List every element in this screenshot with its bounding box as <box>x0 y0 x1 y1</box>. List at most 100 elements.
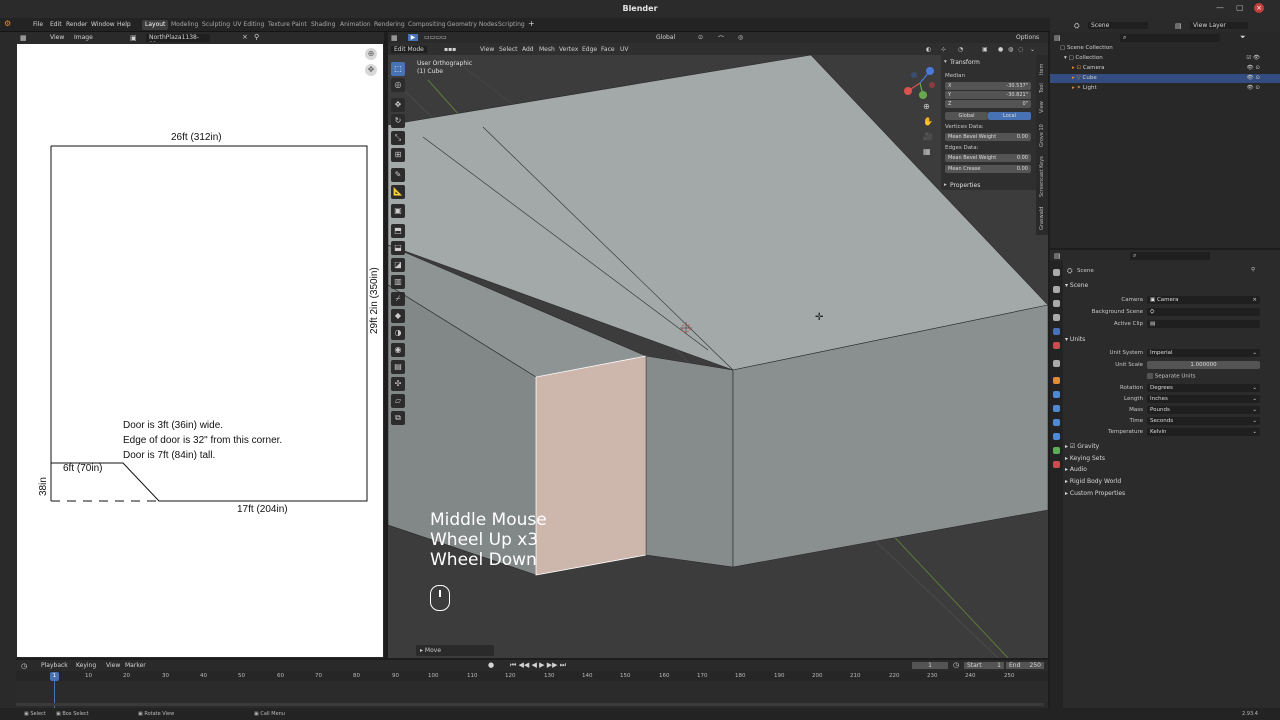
xray-icon[interactable]: ▣ <box>982 46 988 53</box>
length-select[interactable]: Inches ⌄ <box>1147 395 1260 403</box>
rotation-select[interactable]: Degrees ⌄ <box>1147 384 1260 392</box>
vp-menu-select[interactable]: Select <box>499 46 518 53</box>
zoom-icon[interactable]: ⊕ <box>365 48 377 60</box>
mean-crease-field[interactable]: Mean Crease 0.00 <box>945 165 1031 173</box>
camera-field[interactable]: ▣ Camera × <box>1147 296 1260 304</box>
tool-select-box[interactable]: ⬚ <box>391 62 405 76</box>
median-x-field[interactable]: X -30.537" <box>945 82 1031 90</box>
tool-transform[interactable]: ⊞ <box>391 148 405 162</box>
unit-scale-field[interactable]: 1.000000 <box>1147 361 1260 369</box>
orientation-dropdown[interactable]: Global <box>656 34 675 41</box>
tab-modeling[interactable]: Modeling <box>168 20 201 30</box>
ortho-toggle-icon[interactable]: ▦ <box>923 147 931 156</box>
view-layer-selector[interactable]: View Layer <box>1190 22 1248 29</box>
clock-icon[interactable]: ◷ <box>953 661 959 669</box>
side-tab-view[interactable]: View <box>1039 101 1045 113</box>
tab-compositing[interactable]: Compositing <box>405 20 449 30</box>
chevron-right-icon[interactable]: ▸ <box>944 182 947 188</box>
view-layer-icon[interactable]: ▤ <box>1175 22 1182 30</box>
transform-section-title[interactable]: Transform <box>950 59 980 66</box>
pan-view-icon[interactable]: ✋ <box>923 117 933 126</box>
timeline-menu-marker[interactable]: Marker <box>125 662 146 669</box>
shading-solid-icon[interactable]: ● <box>998 46 1003 53</box>
tool-smooth[interactable]: ◉ <box>391 343 405 357</box>
render-tab-icon[interactable] <box>1053 286 1060 293</box>
record-icon[interactable]: ● <box>488 661 494 669</box>
tool-cursor[interactable]: ◎ <box>391 78 405 92</box>
visibility-icon[interactable]: ◐ <box>926 46 931 53</box>
proportional-edit-icon[interactable]: ◎ <box>738 34 743 41</box>
maximize-icon[interactable]: ▢ <box>1236 3 1244 12</box>
gravity-panel-header[interactable]: ▸ ☑ Gravity <box>1065 442 1277 452</box>
scene-tab-icon[interactable] <box>1053 328 1060 335</box>
global-toggle[interactable]: Global <box>945 112 988 120</box>
separate-units-checkbox[interactable]: Separate Units <box>1147 373 1195 380</box>
vp-menu-edge[interactable]: Edge <box>582 46 597 53</box>
particles-tab-icon[interactable] <box>1053 405 1060 412</box>
scene-panel-header[interactable]: ▾ Scene <box>1065 281 1277 291</box>
custom-properties-panel-header[interactable]: ▸ Custom Properties <box>1065 489 1277 499</box>
snap-icon[interactable]: ⌒ <box>718 34 724 43</box>
audio-panel-header[interactable]: ▸ Audio <box>1065 465 1277 475</box>
tool-poly-build[interactable]: ◆ <box>391 309 405 323</box>
pin-properties-icon[interactable]: ⚲ <box>1251 267 1255 273</box>
image-name-field[interactable]: NorthPlaza1138-01.png <box>146 34 210 42</box>
minimize-icon[interactable]: — <box>1216 3 1224 12</box>
close-icon[interactable]: × <box>1254 3 1264 13</box>
viewport-editor-type-icon[interactable]: ▦ <box>391 34 398 42</box>
mode-dropdown[interactable]: Edit Mode <box>391 46 427 53</box>
menu-file[interactable]: File <box>33 21 43 28</box>
properties-section-title[interactable]: Properties <box>950 182 980 189</box>
editor-type-icon[interactable]: ▦ <box>20 34 27 42</box>
last-operator-panel[interactable]: ▸ Move <box>416 645 494 656</box>
tool-spin[interactable]: ◑ <box>391 326 405 340</box>
end-frame-field[interactable]: End 250 <box>1006 662 1044 669</box>
tab-animation[interactable]: Animation <box>337 20 374 30</box>
shading-options-icon[interactable]: ⌄ <box>1030 46 1035 53</box>
unit-system-select[interactable]: Imperial ⌄ <box>1147 349 1260 357</box>
outliner-search-input[interactable]: ⌕ <box>1120 34 1220 42</box>
tool-loop-cut[interactable]: ▥ <box>391 275 405 289</box>
side-tab-grove[interactable]: Grove 10 <box>1039 124 1045 147</box>
select-tool-icon[interactable]: ▶ <box>408 34 418 41</box>
vp-menu-uv[interactable]: UV <box>620 46 629 53</box>
tool-tab-icon[interactable] <box>1053 269 1060 276</box>
tab-uv-editing[interactable]: UV Editing <box>230 20 267 30</box>
select-mode-icons[interactable]: ▭▭▭▭ <box>424 34 447 41</box>
side-tab-item[interactable]: Item <box>1039 64 1045 75</box>
side-tab-graswald[interactable]: Graswald <box>1039 207 1045 230</box>
properties-search-input[interactable]: ⌕ <box>1130 252 1210 260</box>
image-menu-view[interactable]: View <box>50 34 64 41</box>
shading-material-icon[interactable]: ◍ <box>1008 46 1013 53</box>
side-tab-tool[interactable]: Tool <box>1039 83 1045 93</box>
image-browse-icon[interactable]: ▣ <box>130 34 137 42</box>
tab-scripting[interactable]: Scripting <box>495 20 528 30</box>
outliner-row[interactable]: ▸ ⊡ Camera 👁 ⊙ <box>1050 64 1280 73</box>
outliner-row[interactable]: ▾ ▢ Collection ☑ 👁 <box>1050 54 1280 63</box>
tool-extrude[interactable]: ⬒ <box>391 224 405 238</box>
timeline-menu-playback[interactable]: Playback <box>41 662 68 669</box>
temperature-select[interactable]: Kelvin ⌄ <box>1147 428 1260 436</box>
tab-sculpting[interactable]: Sculpting <box>199 20 233 30</box>
gizmo-icon[interactable]: ⊹ <box>941 46 946 53</box>
start-frame-field[interactable]: Start 1 <box>964 662 1004 669</box>
tool-rip[interactable]: ⧉ <box>391 411 405 425</box>
side-tab-screencast-keys[interactable]: Screencast Keys <box>1039 156 1045 197</box>
background-scene-field[interactable]: ⛭ <box>1147 308 1260 316</box>
outliner-row[interactable]: ▸ ✦ Light 👁 ⊙ <box>1050 84 1280 93</box>
menu-render[interactable]: Render <box>66 21 87 28</box>
vertex-bevel-weight-field[interactable]: Mean Bevel Weight 0.00 <box>945 133 1031 141</box>
outliner-row-selected[interactable]: ▸ ▽ Cube 👁 ⊙ <box>1050 74 1280 83</box>
filter-icon[interactable]: ⏷ <box>1240 33 1246 42</box>
unlink-image-icon[interactable]: × <box>242 33 248 41</box>
vp-menu-face[interactable]: Face <box>601 46 615 53</box>
tool-inset[interactable]: ⬓ <box>391 241 405 255</box>
rigid-body-world-panel-header[interactable]: ▸ Rigid Body World <box>1065 477 1277 487</box>
tab-texture-paint[interactable]: Texture Paint <box>265 20 310 30</box>
image-menu-image[interactable]: Image <box>74 34 93 41</box>
tool-measure[interactable]: 📐 <box>391 185 405 199</box>
menu-edit[interactable]: Edit <box>50 21 62 28</box>
options-dropdown[interactable]: Options <box>1016 34 1039 41</box>
material-tab-icon[interactable] <box>1053 461 1060 468</box>
scene-selector[interactable]: Scene <box>1088 22 1148 29</box>
